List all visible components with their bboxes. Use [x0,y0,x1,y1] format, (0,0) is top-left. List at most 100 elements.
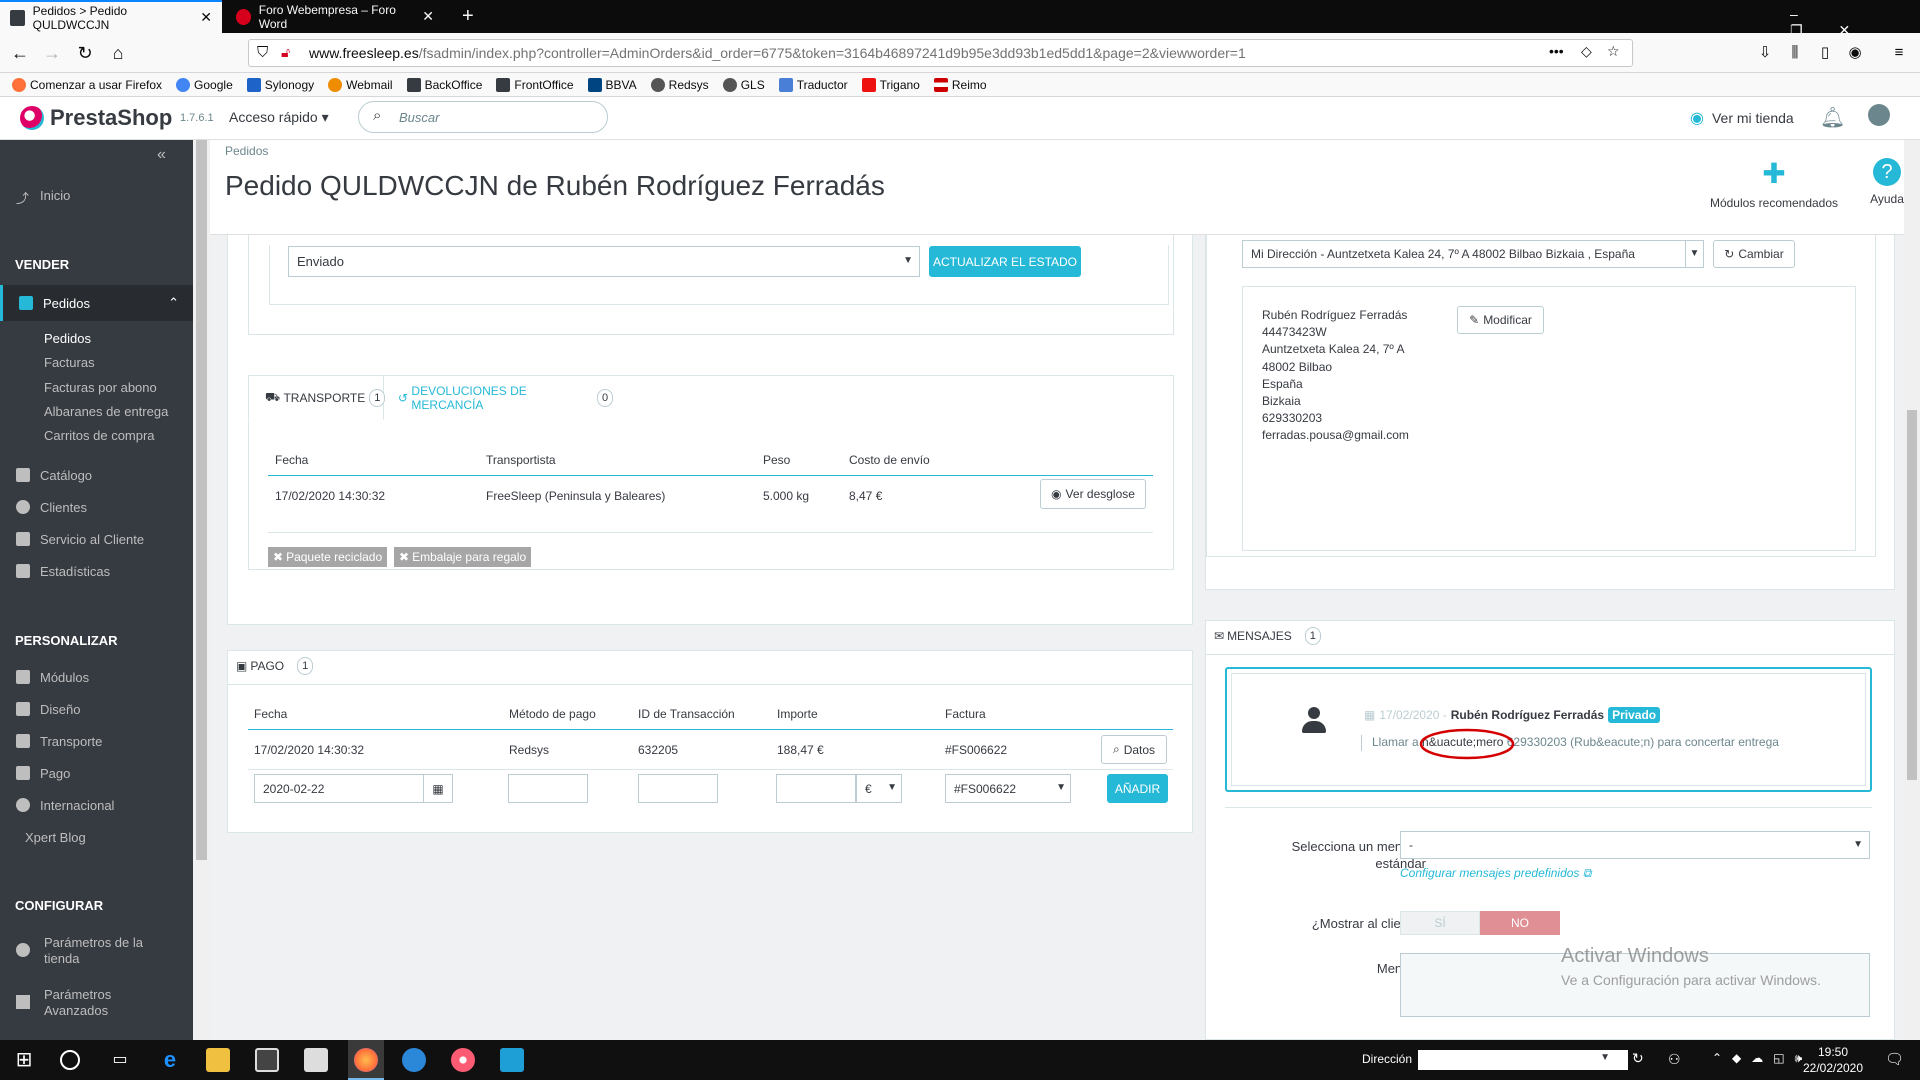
sidebar-item-international[interactable]: Internacional [0,790,193,820]
sidebar-item-modules[interactable]: Módulos [0,662,193,692]
notifications-bell-icon[interactable]: 🔔︎ [1820,105,1845,130]
menu-icon[interactable]: ≡ [1887,41,1911,65]
payment-date-input[interactable]: 2020-02-22 [254,774,424,803]
sidebar-item-customer-service[interactable]: Servicio al Cliente [0,524,193,554]
sidebar-subitem-invoices[interactable]: Facturas [44,355,95,370]
order-status-select[interactable]: Enviado ▼ [288,246,920,277]
browser-tab-active[interactable]: Pedidos > Pedido QULDWCCJN ✕ [0,0,222,33]
quick-access-dropdown[interactable]: Acceso rápido ▾ [229,109,329,126]
payment-method-input[interactable] [508,774,588,803]
close-tab-icon[interactable]: ✕ [422,8,434,25]
sidebar-subitem-delivery-slips[interactable]: Albaranes de entrega [44,404,168,419]
help-button[interactable]: ? Ayuda [1867,158,1907,206]
prestashop-logo[interactable]: PrestaShop [20,105,172,131]
browser-tab[interactable]: Foro Webempresa – Foro Word ✕ [226,0,444,33]
currency-select[interactable]: € ▼ [856,774,902,803]
change-address-button[interactable]: ↻ Cambiar [1713,240,1795,268]
view-breakdown-button[interactable]: ◉ Ver desglose [1040,479,1146,509]
pocket-icon[interactable]: ◇ [1581,43,1592,60]
bookmark-item[interactable]: Webmail [328,77,393,92]
home-icon[interactable]: ⌂ [106,41,130,65]
close-tab-icon[interactable]: ✕ [200,9,212,26]
sidebar-item-clients[interactable]: Clientes [0,492,193,522]
show-to-customer-no[interactable]: NO [1480,911,1560,935]
new-tab-button[interactable]: + [452,0,482,33]
bookmark-star-icon[interactable]: ☆ [1607,43,1620,60]
bookmark-item[interactable]: Google [176,77,233,92]
collapse-sidebar-icon[interactable]: « [157,146,166,164]
people-icon[interactable]: ⚇ [1668,1051,1681,1068]
store-icon[interactable] [255,1048,279,1072]
itunes-icon[interactable] [451,1048,475,1072]
url-bar[interactable]: ⛉ 🔓︎ www.freesleep.es/fsadmin/index.php?… [248,39,1633,67]
shield-icon[interactable]: ⛉ [257,44,268,61]
tab-returns[interactable]: ↺ DEVOLUCIONES DE MERCANCÍA 0 [398,375,613,420]
configure-predefined-messages-link[interactable]: Configurar mensajes predefinidos ⧉ [1400,866,1591,881]
sidebar-scrollbar[interactable] [193,140,210,1040]
sidebar-subitem-orders[interactable]: Pedidos [44,331,91,346]
modify-address-button[interactable]: ✎ Modificar [1457,306,1544,334]
notifications-icon[interactable]: 🗨︎ [1885,1050,1904,1068]
recommended-modules-button[interactable]: ✚ Módulos recomendados [1703,158,1845,210]
bookmark-item[interactable]: BBVA [587,77,637,92]
go-icon[interactable]: ↻ [1632,1050,1644,1067]
bookmark-item[interactable]: Trigano [861,77,920,92]
amount-input[interactable] [776,774,856,803]
back-icon[interactable]: ← [8,41,32,65]
firefox-taskbar-button[interactable] [348,1040,384,1080]
add-payment-button[interactable]: AÑADIR [1107,774,1168,803]
sidebar-item-shop-params[interactable]: Parámetros de la tienda [44,935,143,967]
calendar-icon[interactable]: ▦ [423,774,453,803]
payment-details-button[interactable]: ⌕ Datos [1101,735,1167,764]
bookmark-item[interactable]: Comenzar a usar Firefox [12,77,162,92]
mail-icon[interactable] [304,1048,328,1072]
bookmark-item[interactable]: Reimo [933,77,987,92]
reload-icon[interactable]: ↻ [73,41,97,65]
show-to-customer-yes[interactable]: SÍ [1400,911,1480,935]
sidebar-item-payment[interactable]: Pago [0,758,193,788]
sidebar-subitem-credit-slips[interactable]: Facturas por abono [44,380,157,395]
outlook-icon[interactable] [402,1048,426,1072]
sidebar-toggle-icon[interactable]: ▯ [1813,41,1837,65]
edge-icon[interactable]: e [158,1048,182,1072]
breadcrumb[interactable]: Pedidos [225,144,268,158]
forward-icon[interactable]: → [40,41,64,65]
standard-message-select[interactable]: - ▼ [1400,831,1870,859]
library-icon[interactable]: ⫼ [1783,41,1807,65]
windows-start-icon[interactable]: ⊞ [12,1048,36,1072]
account-icon[interactable]: ◉ [1843,41,1867,65]
sidebar-item-advanced-params[interactable]: Parámetros Avanzados [44,987,111,1019]
bookmark-item[interactable]: BackOffice [406,77,482,92]
page-scrollbar[interactable] [1904,140,1920,1040]
app-icon[interactable] [500,1048,524,1072]
bookmark-item[interactable]: Sylonogy [246,77,314,92]
file-explorer-icon[interactable] [206,1048,230,1072]
bookmark-item[interactable]: FrontOffice [496,77,574,92]
address-toolbar-input[interactable]: ▼ [1418,1050,1628,1070]
sidebar-item-home[interactable]: ⤴ Inicio [0,180,193,210]
page-actions-icon[interactable]: ••• [1549,43,1564,59]
bookmark-item[interactable]: GLS [722,77,765,92]
search-input[interactable]: ⌕ Buscar [358,101,608,133]
transaction-id-input[interactable] [638,774,718,803]
sidebar-item-shipping[interactable]: Transporte [0,726,193,756]
sidebar-item-orders[interactable]: Pedidos ⌃ [0,285,193,321]
update-status-button[interactable]: ACTUALIZAR EL ESTADO [929,246,1081,277]
employee-avatar-icon[interactable] [1868,104,1890,126]
cortana-search-icon[interactable] [60,1050,80,1070]
address-select[interactable]: Mi Dirección - Auntzetxeta Kalea 24, 7º … [1242,240,1704,268]
sidebar-item-stats[interactable]: Estadísticas [0,556,193,586]
sidebar-subitem-carts[interactable]: Carritos de compra [44,428,155,443]
bookmark-item[interactable]: Redsys [650,77,709,92]
clock[interactable]: 19:50 22/02/2020 [1798,1044,1868,1076]
task-view-icon[interactable]: ▭ [108,1048,132,1072]
sidebar-item-catalog[interactable]: Catálogo [0,460,193,490]
sidebar-item-xpert-blog[interactable]: Xpert Blog [0,822,193,852]
invoice-select[interactable]: #FS006622 ▼ [945,774,1071,803]
view-store-link[interactable]: ◉ Ver mi tienda [1690,108,1794,128]
bookmark-item[interactable]: Traductor [778,77,848,92]
tab-transport[interactable]: ⛟ TRANSPORTE 1 [248,375,386,420]
downloads-icon[interactable]: ⇩ [1753,41,1777,65]
sidebar-item-design[interactable]: Diseño [0,694,193,724]
insecure-lock-icon[interactable]: 🔓︎ [281,44,290,61]
